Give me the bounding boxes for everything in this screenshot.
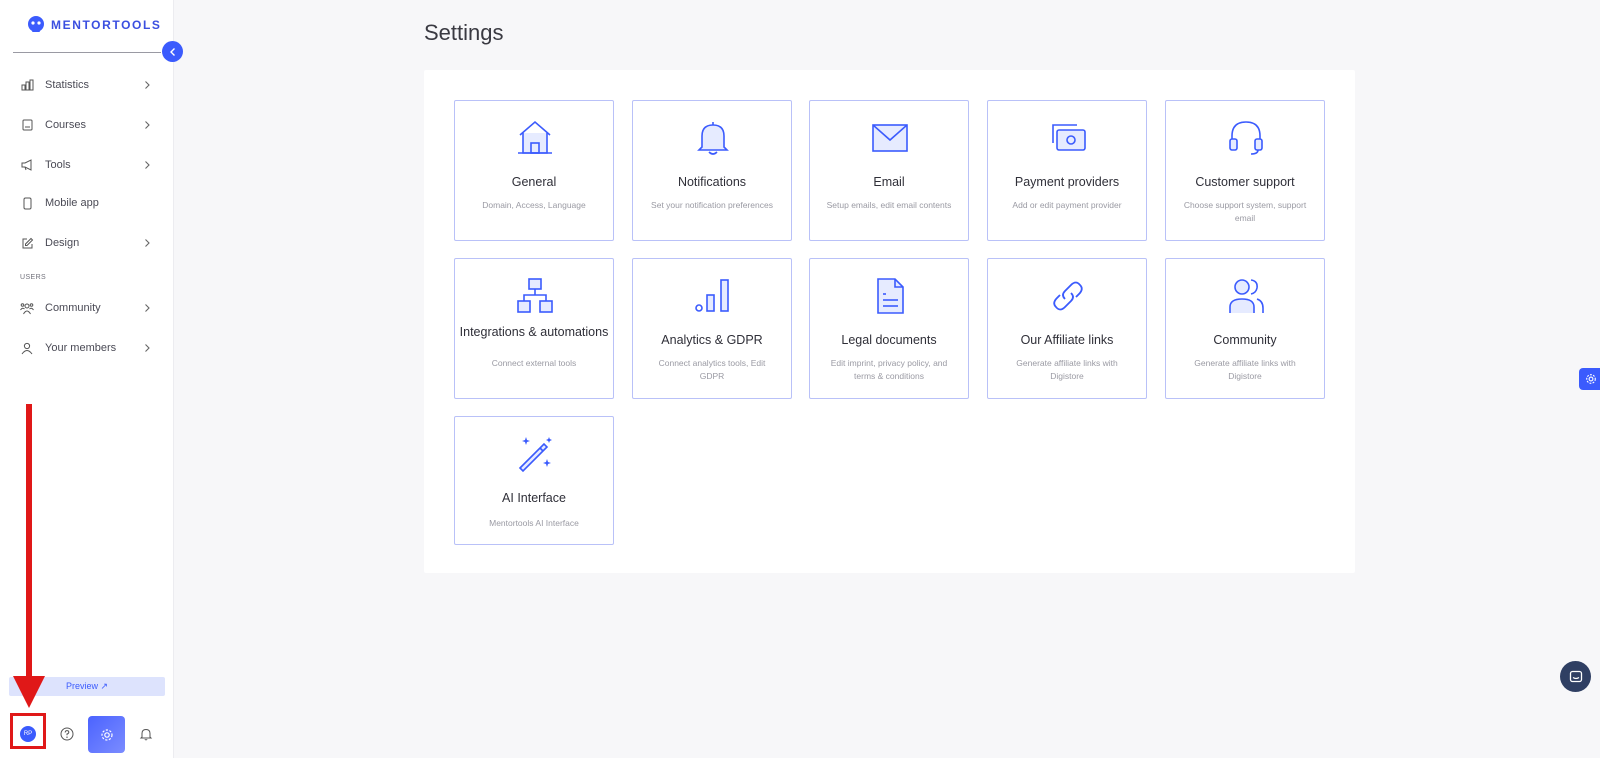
settings-card-affiliate-links[interactable]: Our Affiliate links Generate affiliate l…: [987, 258, 1147, 399]
chevron-right-icon: [145, 304, 150, 312]
settings-card-integrations-automations[interactable]: Integrations & automations Connect exter…: [454, 258, 614, 399]
sidebar-item-label: Your members: [45, 342, 117, 354]
card-title: Customer support: [1195, 175, 1295, 189]
card-description: Generate affiliate links with Digistore: [1016, 358, 1118, 381]
sidebar-item-label: Mobile app: [45, 197, 99, 209]
book-icon: [20, 118, 34, 132]
card-description: Edit imprint, privacy policy, and terms …: [830, 358, 948, 381]
settings-card-general[interactable]: General Domain, Access, Language: [454, 100, 614, 241]
bell-icon: [697, 122, 729, 155]
collapse-sidebar-button[interactable]: [162, 41, 183, 62]
brand-name: MENTORTOOLS: [51, 18, 162, 32]
card-title: AI Interface: [502, 491, 566, 505]
users-icon: [1229, 279, 1264, 313]
sidebar-item-community[interactable]: Community: [0, 295, 174, 321]
chevron-right-icon: [145, 161, 150, 169]
logo-divider: [13, 52, 161, 53]
document-icon: [877, 278, 904, 314]
card-description: Connect analytics tools, Edit GDPR: [658, 358, 766, 381]
sitemap-icon: [517, 278, 553, 313]
envelope-icon: [872, 124, 908, 152]
card-description: Set your notification preferences: [651, 200, 773, 210]
chevron-left-icon: [169, 47, 175, 56]
settings-card-notifications[interactable]: Notifications Set your notification pref…: [632, 100, 792, 241]
edit-icon: [20, 236, 34, 250]
logo[interactable]: MENTORTOOLS: [26, 14, 162, 36]
card-title: Our Affiliate links: [1020, 333, 1114, 347]
signal-bars-icon: [695, 279, 729, 312]
settings-button[interactable]: [88, 716, 125, 753]
chat-widget-button[interactable]: [1560, 661, 1591, 692]
preview-button[interactable]: Preview ↗: [9, 677, 165, 696]
chevron-right-icon: [145, 344, 150, 352]
annotation-highlight-box: [10, 713, 46, 749]
sidebar: MENTORTOOLS Statistics Courses Tools Mob…: [0, 0, 183, 758]
sidebar-item-label: Community: [45, 302, 101, 314]
settings-card-email[interactable]: Email Setup emails, edit email contents: [809, 100, 969, 241]
sidebar-item-label: Courses: [45, 119, 86, 131]
gear-icon: [1586, 374, 1596, 384]
money-icon: [1052, 124, 1086, 151]
card-title: Community: [1213, 333, 1277, 347]
headset-icon: [1229, 121, 1263, 155]
card-title: General: [511, 175, 557, 189]
sidebar-item-label: Tools: [45, 159, 71, 171]
card-title: Legal documents: [841, 333, 937, 347]
sidebar-item-courses[interactable]: Courses: [0, 112, 174, 138]
home-icon: [518, 120, 552, 154]
section-label-users: USERS: [20, 274, 47, 281]
card-title: Email: [873, 175, 905, 189]
card-description: Setup emails, edit email contents: [826, 200, 952, 210]
phone-icon: [20, 196, 34, 210]
sidebar-item-mobile-app[interactable]: Mobile app: [0, 190, 174, 216]
chevron-right-icon: [145, 239, 150, 247]
chevron-right-icon: [145, 121, 150, 129]
settings-card-customer-support[interactable]: Customer support Choose support system, …: [1165, 100, 1325, 241]
card-description: Choose support system, support email: [1183, 200, 1307, 223]
card-description: Connect external tools: [491, 358, 577, 368]
settings-card-payment-providers[interactable]: Payment providers Add or edit payment pr…: [987, 100, 1147, 241]
gear-icon: [100, 728, 113, 741]
settings-panel: General Domain, Access, Language Notific…: [424, 70, 1355, 573]
card-description: Add or edit payment provider: [1012, 200, 1122, 210]
chevron-right-icon: [145, 81, 150, 89]
bell-icon[interactable]: [139, 727, 153, 741]
sidebar-item-label: Statistics: [45, 79, 90, 91]
page-title: Settings: [424, 20, 504, 45]
card-description: Domain, Access, Language: [482, 200, 586, 210]
settings-card-legal-documents[interactable]: Legal documents Edit imprint, privacy po…: [809, 258, 969, 399]
floating-settings-button[interactable]: [1579, 368, 1600, 390]
card-description: Generate affiliate links with Digistore: [1194, 358, 1296, 381]
mentortools-logo-icon: [28, 16, 44, 32]
sidebar-item-design[interactable]: Design: [0, 230, 174, 256]
settings-card-community[interactable]: Community Generate affiliate links with …: [1165, 258, 1325, 399]
user-icon: [20, 341, 34, 355]
sidebar-item-your-members[interactable]: Your members: [0, 335, 174, 361]
link-icon: [1053, 281, 1083, 311]
card-description: Mentortools AI Interface: [489, 518, 579, 528]
chat-icon: [1569, 670, 1582, 682]
card-title: Notifications: [677, 175, 747, 189]
help-icon[interactable]: [60, 727, 74, 741]
sidebar-item-tools[interactable]: Tools: [0, 152, 174, 178]
magic-wand-icon: [518, 437, 552, 473]
people-icon: [20, 301, 34, 315]
sidebar-item-label: Design: [45, 237, 80, 249]
settings-card-ai-interface[interactable]: AI Interface Mentortools AI Interface: [454, 416, 614, 545]
sidebar-item-statistics[interactable]: Statistics: [0, 72, 174, 98]
card-title: Integrations & automations: [459, 325, 609, 339]
megaphone-icon: [20, 158, 34, 172]
card-title: Payment providers: [1014, 175, 1120, 189]
bar-chart-icon: [20, 78, 34, 92]
settings-card-analytics-gdpr[interactable]: Analytics & GDPR Connect analytics tools…: [632, 258, 792, 399]
card-title: Analytics & GDPR: [661, 333, 763, 347]
